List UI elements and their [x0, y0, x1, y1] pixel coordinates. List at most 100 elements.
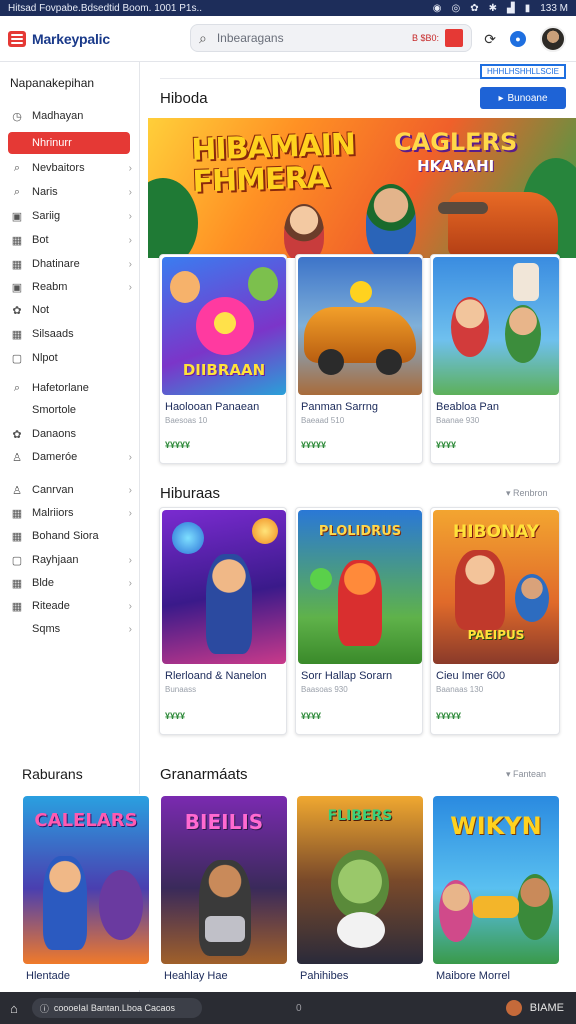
see-all-link[interactable]: ▾ Renbron: [506, 488, 548, 499]
sidebar-item-label: Dhatinare: [32, 258, 80, 270]
primary-button[interactable]: ▸ Bunoane: [480, 87, 566, 109]
game-meta: Bunaass: [165, 685, 197, 694]
sidebar-item-label: Smortole: [32, 404, 77, 416]
status-text: Hitsad Fovpabe.Bdsedtid Boom. 1001 P1s..: [8, 2, 203, 14]
sidebar-item[interactable]: ▦ Dhatinare ›: [10, 254, 132, 274]
sidebar-item[interactable]: ▢ Nlpot: [10, 348, 132, 368]
hero-logo-line2: HKARAHI: [417, 157, 495, 175]
search-input[interactable]: Inbearagans: [217, 31, 412, 45]
sidebar-item[interactable]: ▣ Reabm ›: [10, 277, 132, 297]
game-thumbnail: BIEILIS: [161, 796, 287, 964]
game-card[interactable]: DIIBRAAN Haolooan Panaean Baesoas 10 ¥¥¥…: [159, 254, 287, 464]
sidebar-item[interactable]: ⌕ Nevbaitors ›: [10, 158, 132, 178]
sidebar-item[interactable]: ▣ Sariig ›: [10, 206, 132, 226]
game-thumbnail: CALELARS: [23, 796, 149, 964]
search-price: B $B0:: [411, 33, 439, 43]
chevron-right-icon: ›: [128, 577, 132, 589]
person-icon: ♙: [12, 451, 22, 464]
cart-icon[interactable]: ⟳: [484, 31, 496, 48]
chat-icon[interactable]: ●: [510, 31, 526, 47]
account-avatar: [505, 1000, 522, 1016]
game-title: Beabloa Pan: [436, 401, 499, 413]
sidebar-item[interactable]: ⌕ Hafetorlane: [10, 378, 132, 398]
home-icon[interactable]: ⌂: [10, 1001, 18, 1016]
sidebar-item[interactable]: ▦ Silsaads: [10, 324, 132, 344]
sidebar-item[interactable]: ▦ Riteade ›: [10, 596, 132, 616]
hero-banner[interactable]: HIBAMAIN FHMERA CAGLERS HKARAHI: [148, 118, 576, 258]
search-icon: ⌕: [13, 161, 21, 174]
see-all-label: Renbron: [513, 488, 548, 498]
game-price: ¥¥¥¥¥: [436, 711, 462, 721]
chevron-right-icon: ›: [128, 623, 132, 635]
game-card[interactable]: Rlerloand & Nanelon Bunaass ¥¥¥¥: [159, 507, 287, 735]
sidebar-item[interactable]: Sqms ›: [10, 619, 132, 639]
filter-tag[interactable]: HHHLHSHHLLSCIE: [480, 64, 566, 79]
account-button[interactable]: BIAME: [505, 1000, 564, 1016]
account-name: BIAME: [529, 1002, 564, 1014]
signal-icon: ▟: [506, 2, 515, 14]
game-card[interactable]: Panman Sarrng Baeaad 510 ¥¥¥¥¥: [295, 254, 423, 464]
sidebar-item[interactable]: ◷ Madhayan: [10, 106, 132, 126]
search-icon: ⌕: [199, 29, 207, 46]
sidebar-item[interactable]: ✿ Not: [10, 300, 132, 320]
clock-icon: ◷: [12, 110, 22, 123]
sidebar-item[interactable]: ⌕ Naris ›: [10, 182, 132, 202]
thumbnail-subtext: PAEIPUS: [467, 628, 525, 642]
game-card[interactable]: WIKYN Maibore Morrel: [431, 794, 561, 990]
sidebar-item[interactable]: ♙ Dameróe ›: [10, 447, 132, 467]
game-card[interactable]: HIBONAY PAEIPUS Cieu Imer 600 Baanaas 13…: [430, 507, 560, 735]
game-title: Sorr Hallap Sorarn: [301, 670, 393, 682]
grid-icon: ▦: [11, 234, 23, 247]
thumbnail-text: WIKYN: [450, 812, 542, 840]
sidebar-title: Napanakepihan: [10, 76, 95, 90]
sidebar-item-label: Riteade: [32, 600, 70, 612]
sidebar-item-label: Madhayan: [32, 110, 84, 122]
game-card[interactable]: CALELARS Hlentade: [21, 794, 151, 990]
game-card[interactable]: PLOLIDRUS Sorr Hallap Sorarn Baasoas 930…: [295, 507, 423, 735]
sidebar-item[interactable]: ▢ Rayhjaan ›: [10, 550, 132, 570]
search-submit-button[interactable]: [445, 29, 463, 47]
gear-icon: ✿: [12, 428, 22, 441]
sidebar-item[interactable]: Smortole: [10, 400, 132, 420]
sidebar-item-label: Bohand Siora: [32, 530, 99, 542]
lock-icon: ▣: [11, 281, 23, 294]
game-thumbnail: FLIBERS: [297, 796, 423, 964]
sidebar-item-label: Bot: [32, 234, 49, 246]
sidebar-item-label: Canrvan: [32, 484, 74, 496]
game-card[interactable]: FLIBERS Pahihibes: [295, 794, 425, 990]
game-card[interactable]: BIEILIS Heahlay Hae: [159, 794, 289, 990]
game-thumbnail: HIBONAY PAEIPUS: [433, 510, 559, 664]
url-text: coooeIaI Bantan.Lboa Cacaos: [53, 1003, 175, 1013]
game-meta: Baasoas 930: [301, 685, 348, 694]
game-card[interactable]: Beabloa Pan Baanae 930 ¥¥¥¥: [430, 254, 560, 464]
thumbnail-text: CALELARS: [34, 810, 138, 831]
sidebar-item[interactable]: ✿ Danaons: [10, 424, 132, 444]
hero-tank-illustration: [438, 192, 558, 256]
hero-character-girl: [284, 204, 324, 258]
gear-icon: ✿: [12, 304, 22, 317]
sidebar-item-label: Sariig: [32, 210, 61, 222]
thumbnail-text: BIEILIS: [184, 810, 264, 834]
sidebar-item-label: Nhrinurr: [32, 137, 72, 149]
see-all-label: Fantean: [513, 769, 547, 779]
menu-icon[interactable]: [8, 30, 26, 47]
url-bar[interactable]: ⓘ coooeIaI Bantan.Lboa Cacaos: [31, 998, 202, 1018]
game-thumbnail: PLOLIDRUS: [298, 510, 422, 664]
sidebar-item-label: Not: [32, 304, 50, 316]
sidebar-item[interactable]: ♙ Canrvan ›: [10, 480, 132, 500]
chevron-down-icon: ▾: [506, 488, 514, 498]
avatar[interactable]: [540, 26, 566, 52]
page-indicator: 0: [296, 1002, 302, 1014]
sidebar-item[interactable]: Nhrinurr: [8, 132, 130, 154]
sidebar-item[interactable]: ▦ Bohand Siora: [10, 526, 132, 546]
search-bar[interactable]: ⌕ Inbearagans B $B0:: [190, 24, 472, 52]
see-all-link[interactable]: ▾ Fantean: [506, 769, 546, 780]
sidebar-item[interactable]: ▦ Bot ›: [10, 230, 132, 250]
brand-name[interactable]: Markeypalic: [32, 31, 110, 47]
sidebar-item[interactable]: ▦ Blde ›: [10, 573, 132, 593]
sidebar-item[interactable]: ▦ Malriiors ›: [10, 503, 132, 523]
game-meta: Baanae 930: [436, 416, 480, 425]
brand[interactable]: Markeypalic: [8, 30, 188, 47]
bottom-bar: ⌂ ⓘ coooeIaI Bantan.Lboa Cacaos 0 BIAME: [0, 992, 576, 1024]
game-title: Haolooan Panaean: [165, 401, 260, 413]
